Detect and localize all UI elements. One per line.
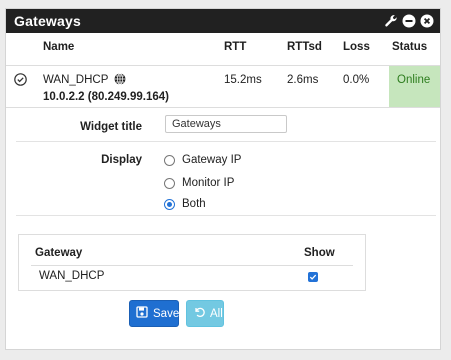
row-status-cell <box>6 65 43 108</box>
all-label: All <box>210 307 223 320</box>
display-option-both[interactable]: Both <box>164 198 206 210</box>
minus-circle-icon[interactable] <box>401 14 416 29</box>
radio-both[interactable] <box>164 198 175 210</box>
col-loss: Loss <box>343 33 389 66</box>
widget-title: Gateways <box>14 13 81 29</box>
select-all-button[interactable]: All <box>186 300 224 327</box>
rttsd-value: 2.6ms <box>287 65 343 108</box>
display-label: Display <box>101 154 142 166</box>
col-status: Status <box>389 33 440 66</box>
close-circle-icon[interactable] <box>419 14 434 29</box>
col-rttsd: RTTsd <box>287 33 343 66</box>
show-column-header: Show <box>304 247 335 259</box>
col-name: Name <box>43 33 224 66</box>
display-option-label: Monitor IP <box>182 177 235 189</box>
radio-gateway-ip[interactable] <box>164 154 175 166</box>
check-circle-icon <box>14 72 27 89</box>
show-gateway-checkbox[interactable] <box>308 272 318 282</box>
gateway-select-name: WAN_DHCP <box>39 270 105 282</box>
wrench-icon[interactable] <box>383 14 398 29</box>
save-button[interactable]: Save <box>129 300 179 327</box>
rtt-value: 15.2ms <box>224 65 287 108</box>
gateway-name-cell: WAN_DHCP 10.0.2.2 (80.249.99.164) <box>43 65 224 108</box>
display-option-gateway-ip[interactable]: Gateway IP <box>164 154 241 166</box>
widget-controls <box>383 14 434 29</box>
gateway-address: 10.0.2.2 (80.249.99.164) <box>43 90 169 103</box>
widget-header: Gateways <box>6 9 440 33</box>
gateway-column-header: Gateway <box>35 247 83 259</box>
display-option-label: Both <box>182 198 206 210</box>
loss-value: 0.0% <box>343 65 389 108</box>
display-option-monitor-ip[interactable]: Monitor IP <box>164 177 234 189</box>
display-option-label: Gateway IP <box>182 154 242 166</box>
gateway-name: WAN_DHCP <box>43 73 109 86</box>
save-label: Save <box>153 307 180 320</box>
widget-title-input[interactable] <box>165 115 287 133</box>
table-header-row: Name RTT RTTsd Loss Status <box>6 33 440 66</box>
undo-icon <box>193 306 205 321</box>
radio-monitor-ip[interactable] <box>164 177 175 189</box>
gateway-status-table: Name RTT RTTsd Loss Status WAN_DHCP 10.0… <box>6 33 440 108</box>
widget-title-label: Widget title <box>80 121 142 133</box>
globe-icon <box>114 72 126 89</box>
table-row: WAN_DHCP 10.0.2.2 (80.249.99.164) 15.2ms… <box>6 65 440 108</box>
col-rtt: RTT <box>224 33 287 66</box>
status-badge: Online <box>389 65 440 108</box>
save-icon <box>136 306 148 321</box>
gateway-selection-panel: Gateway Show WAN_DHCP <box>18 234 366 291</box>
gateways-widget: Gateways Name RTT RTTsd Loss Status WAN_… <box>5 8 441 350</box>
